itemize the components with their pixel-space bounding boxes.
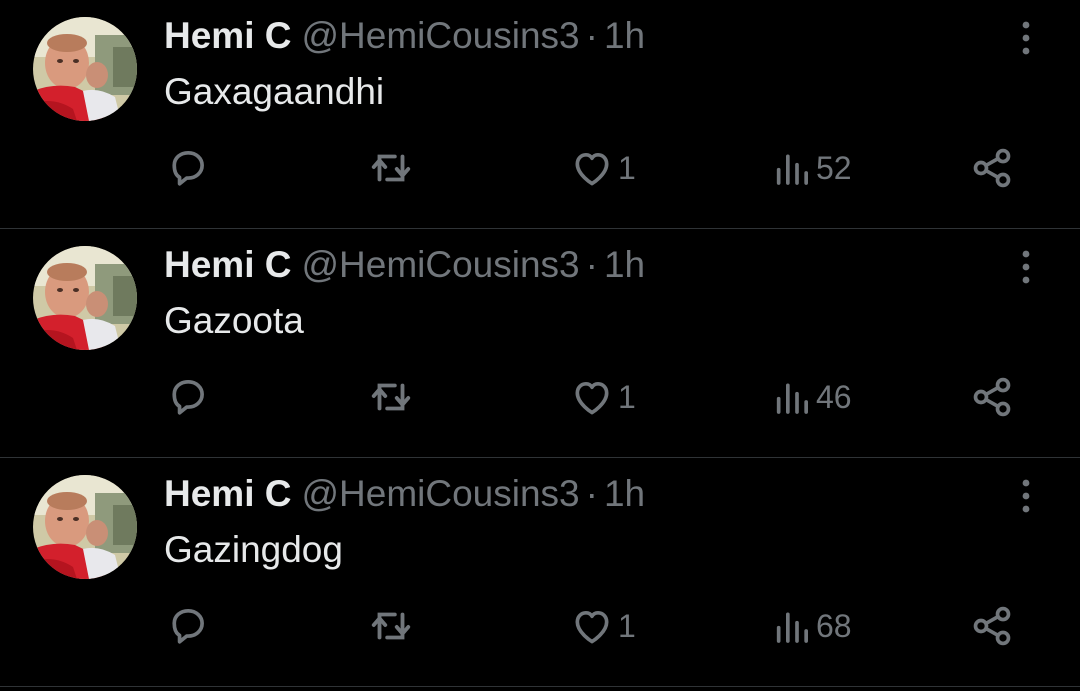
like-count: 1 (618, 379, 636, 415)
retweet-button[interactable] (368, 140, 414, 196)
like-button[interactable]: 1 (570, 369, 636, 425)
retweet-icon (368, 374, 414, 420)
separator-dot: · (585, 473, 598, 514)
more-icon[interactable] (1012, 476, 1040, 516)
action-bar: 1 46 (0, 369, 1080, 425)
share-icon (970, 375, 1014, 419)
share-button[interactable] (970, 369, 1014, 425)
avatar-image (33, 475, 137, 579)
avatar[interactable] (33, 246, 137, 350)
views-count: 52 (816, 150, 852, 186)
heart-icon (570, 604, 614, 648)
tweet-header: Hemi C @HemiCousins3 · 1h (164, 243, 645, 287)
reply-button[interactable] (166, 140, 210, 196)
retweet-button[interactable] (368, 369, 414, 425)
reply-icon (166, 146, 210, 190)
tweet-header: Hemi C @HemiCousins3 · 1h (164, 472, 645, 516)
heart-icon (570, 146, 614, 190)
tweet[interactable]: Hemi C @HemiCousins3 · 1h Gazingdog 1 68 (0, 458, 1080, 687)
tweet[interactable]: Hemi C @HemiCousins3 · 1h Gaxagaandhi 1 52 (0, 0, 1080, 229)
action-bar: 1 52 (0, 140, 1080, 196)
views-count: 46 (816, 379, 852, 415)
reply-icon (166, 604, 210, 648)
tweet-text: Gazoota (164, 300, 304, 341)
tweet-text: Gaxagaandhi (164, 71, 385, 112)
display-name[interactable]: Hemi C (164, 15, 291, 56)
like-count: 1 (618, 150, 636, 186)
like-button[interactable]: 1 (570, 598, 636, 654)
like-count: 1 (618, 608, 636, 644)
more-icon[interactable] (1012, 247, 1040, 287)
reply-icon (166, 375, 210, 419)
more-icon[interactable] (1012, 18, 1040, 58)
avatar-image (33, 17, 137, 121)
tweet-header: Hemi C @HemiCousins3 · 1h (164, 14, 645, 58)
views-count: 68 (816, 608, 852, 644)
user-handle[interactable]: @HemiCousins3 (301, 473, 579, 514)
views-button[interactable]: 46 (772, 369, 852, 425)
avatar[interactable] (33, 17, 137, 121)
tweet-text: Gazingdog (164, 529, 343, 570)
separator-dot: · (585, 15, 598, 56)
user-handle[interactable]: @HemiCousins3 (301, 244, 579, 285)
views-icon (772, 377, 812, 417)
timestamp[interactable]: 1h (604, 473, 645, 514)
separator-dot: · (585, 244, 598, 285)
views-button[interactable]: 52 (772, 140, 852, 196)
display-name[interactable]: Hemi C (164, 473, 291, 514)
share-button[interactable] (970, 140, 1014, 196)
retweet-icon (368, 145, 414, 191)
retweet-button[interactable] (368, 598, 414, 654)
timestamp[interactable]: 1h (604, 15, 645, 56)
share-button[interactable] (970, 598, 1014, 654)
avatar-image (33, 246, 137, 350)
divider (0, 686, 1080, 687)
retweet-icon (368, 603, 414, 649)
share-icon (970, 146, 1014, 190)
like-button[interactable]: 1 (570, 140, 636, 196)
action-bar: 1 68 (0, 598, 1080, 654)
views-icon (772, 606, 812, 646)
avatar[interactable] (33, 475, 137, 579)
views-icon (772, 148, 812, 188)
tweet[interactable]: Hemi C @HemiCousins3 · 1h Gazoota 1 46 (0, 229, 1080, 458)
heart-icon (570, 375, 614, 419)
reply-button[interactable] (166, 369, 210, 425)
reply-button[interactable] (166, 598, 210, 654)
display-name[interactable]: Hemi C (164, 244, 291, 285)
timestamp[interactable]: 1h (604, 244, 645, 285)
share-icon (970, 604, 1014, 648)
user-handle[interactable]: @HemiCousins3 (301, 15, 579, 56)
views-button[interactable]: 68 (772, 598, 852, 654)
